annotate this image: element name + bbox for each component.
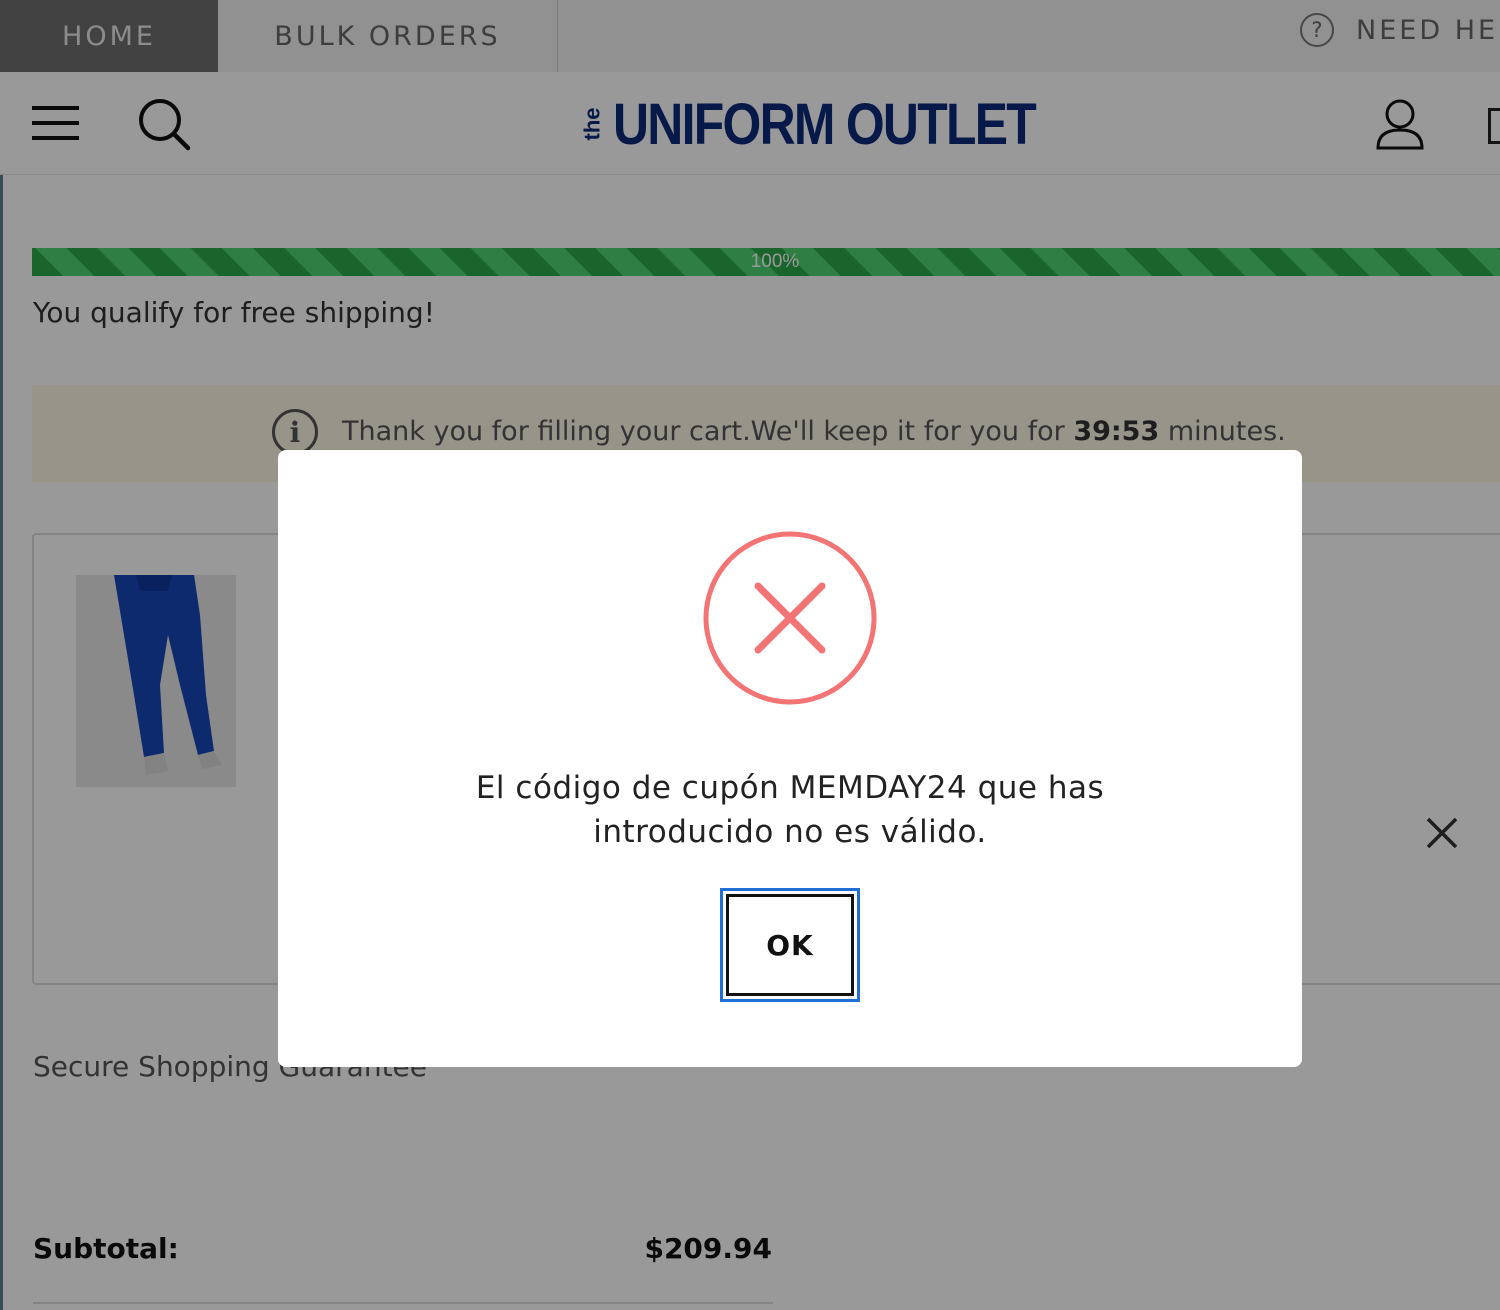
coupon-error-dialog: El código de cupón MEMDAY24 que has intr… <box>278 450 1302 1067</box>
cart-page: HOME BULK ORDERS ? NEED HEL the UNIFORM … <box>0 0 1500 1310</box>
ok-button-label: OK <box>726 894 854 996</box>
ok-button[interactable]: OK <box>720 888 860 1002</box>
error-message: El código de cupón MEMDAY24 que has intr… <box>475 770 1105 850</box>
error-x-icon <box>702 530 878 706</box>
